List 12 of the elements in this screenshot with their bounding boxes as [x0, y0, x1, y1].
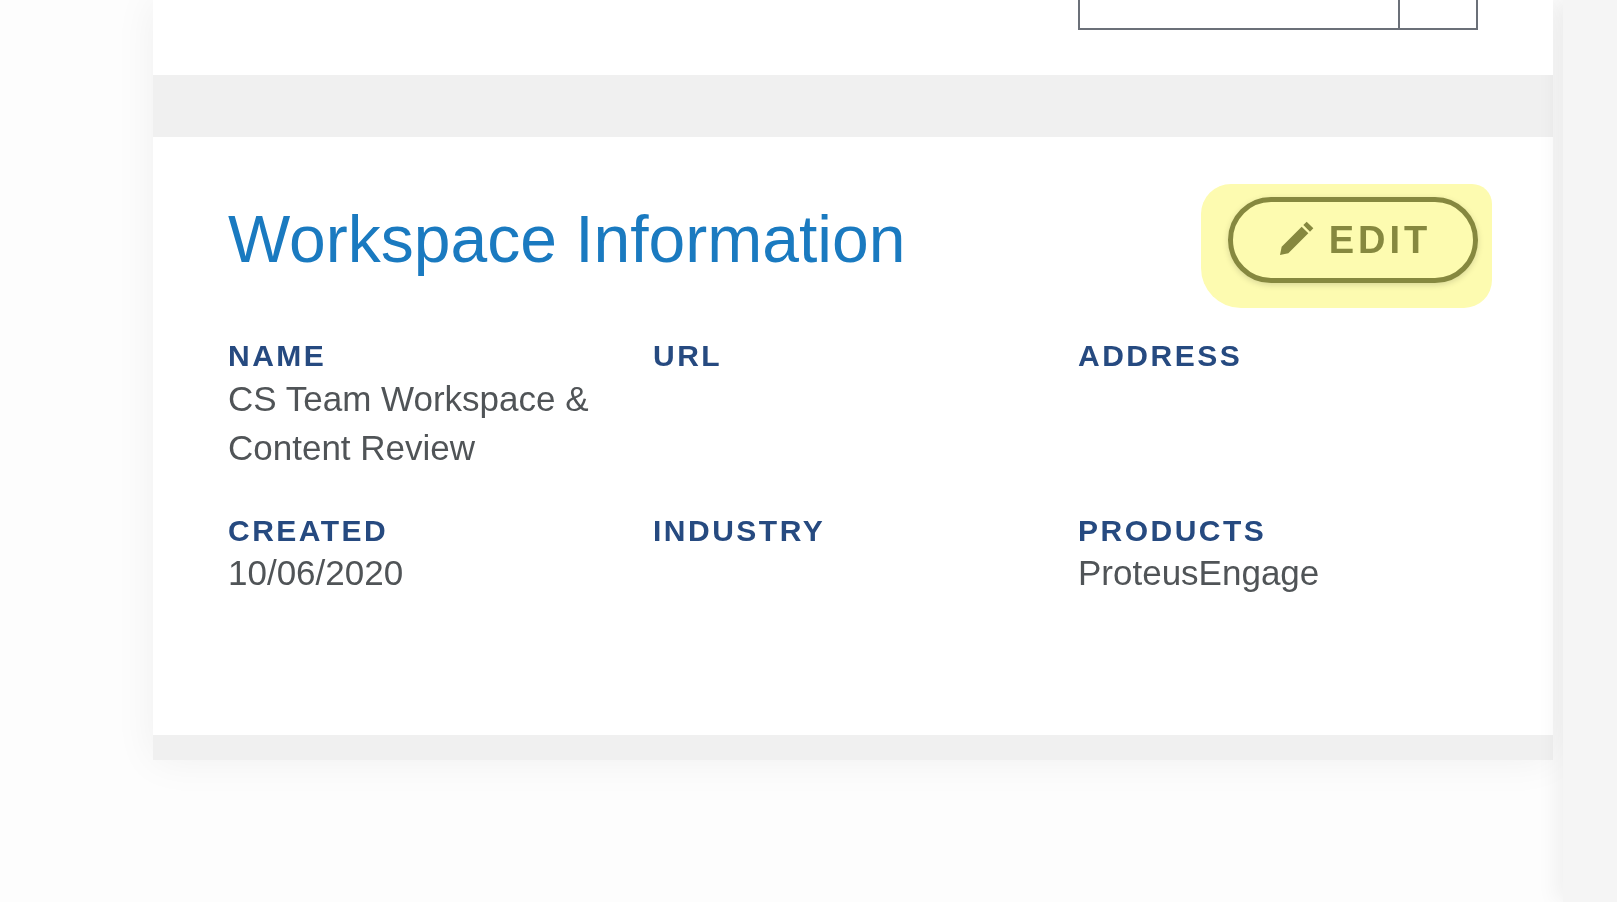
select-field[interactable] [1078, 0, 1478, 30]
field-label: ADDRESS [1078, 339, 1243, 374]
field-label: CREATED [228, 513, 389, 548]
field-label: NAME [228, 339, 327, 374]
field-label: URL [653, 339, 723, 374]
field-label: INDUSTRY [653, 513, 826, 548]
field-value: CS Team Workspace & Content Review [228, 377, 590, 469]
field-value: 10/06/2020 [228, 552, 404, 594]
field-label: PRODUCTS [1078, 513, 1267, 548]
edit-button[interactable]: EDIT [1228, 197, 1478, 283]
section-title: Workspace Information [228, 201, 906, 279]
field-value: ProteusEngage [1078, 552, 1320, 594]
